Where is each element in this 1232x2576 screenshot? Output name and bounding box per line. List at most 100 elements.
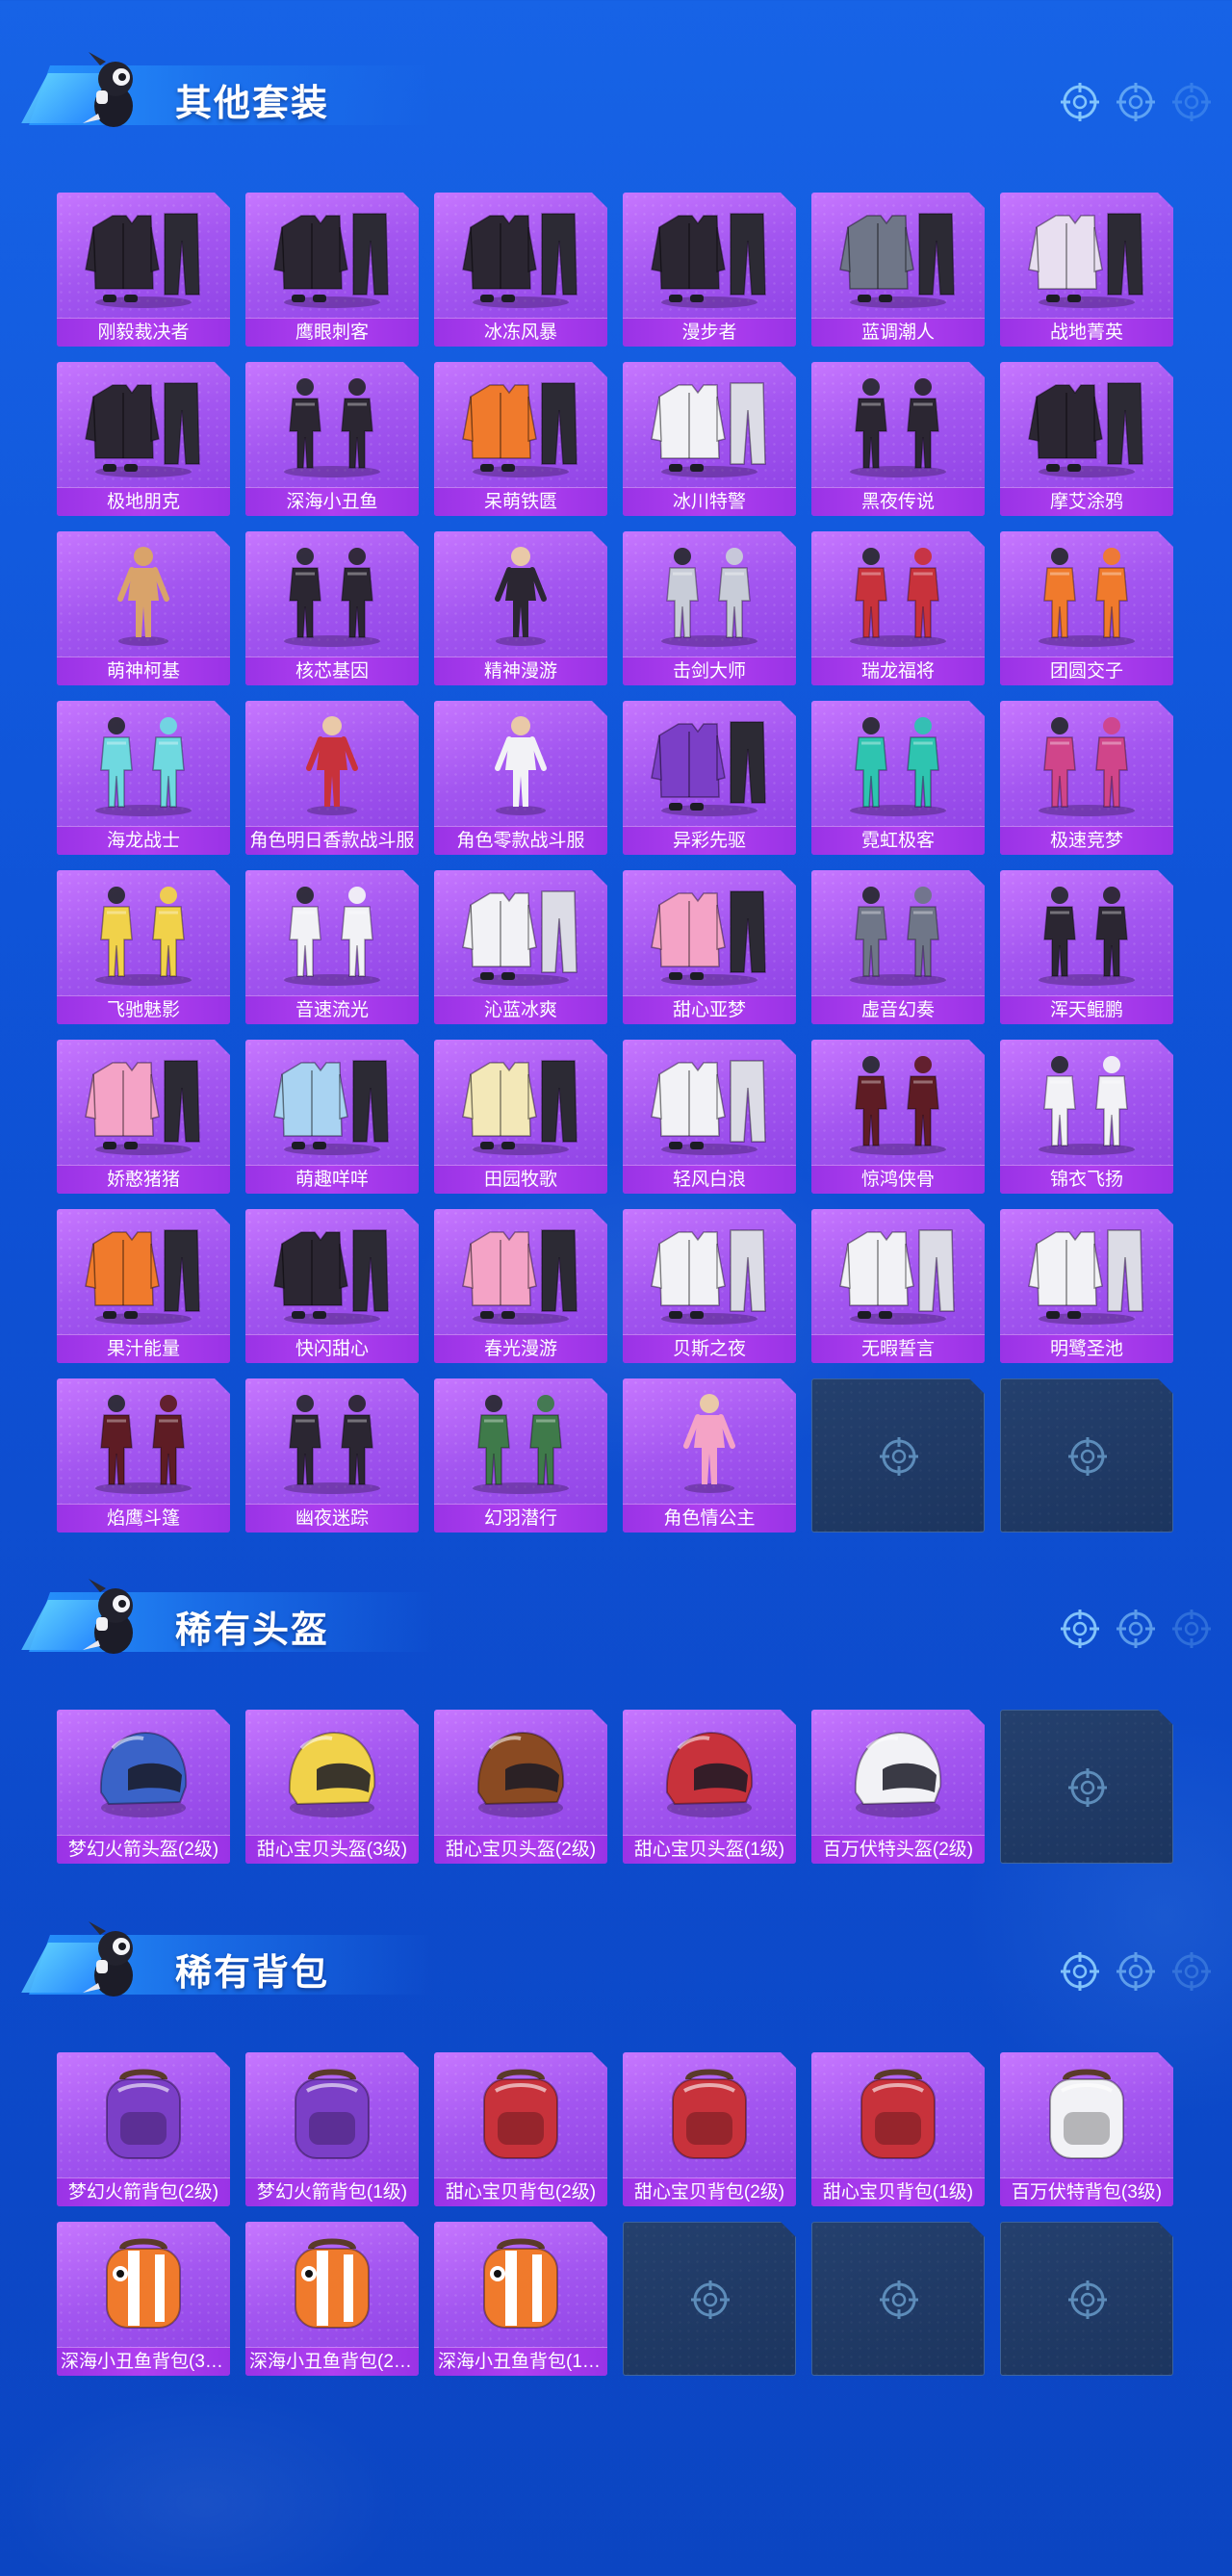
item-tile[interactable]: 甜心宝贝头盔(2级) (434, 1710, 607, 1864)
wedding-outfit-icon (838, 1219, 958, 1327)
item-tile[interactable]: 萌趣咩咩 (245, 1040, 419, 1194)
item-tile[interactable]: 核芯基因 (245, 531, 419, 685)
wedding-outfit-icon (1027, 1219, 1146, 1327)
item-tile[interactable]: 甜心宝贝背包(1级) (811, 2052, 985, 2206)
item-tile[interactable]: 音速流光 (245, 870, 419, 1024)
item-tile[interactable]: 幽夜迷踪 (245, 1378, 419, 1533)
item-tile[interactable]: 冰川特警 (623, 362, 796, 516)
item-tile[interactable]: 虚音幻奏 (811, 870, 985, 1024)
item-label: 娇憨猪猪 (57, 1165, 230, 1194)
clownfish-backpack-icon (461, 2231, 580, 2339)
target-icon (1116, 1952, 1155, 1991)
item-tile[interactable]: 角色零款战斗服 (434, 701, 607, 855)
item-tile[interactable]: 甜心宝贝头盔(3级) (245, 1710, 419, 1864)
item-tile[interactable]: 漫步者 (623, 193, 796, 347)
item-label: 角色零款战斗服 (434, 826, 607, 855)
item-tile[interactable]: 冰冻风暴 (434, 193, 607, 347)
section-header: 其他套装 (21, 39, 1211, 135)
item-tile[interactable]: 极地朋克 (57, 362, 230, 516)
item-tile[interactable]: 沁蓝冰爽 (434, 870, 607, 1024)
empty-slot-target-icon (878, 1435, 920, 1478)
item-tile[interactable]: 幻羽潜行 (434, 1378, 607, 1533)
item-tile[interactable]: 无暇誓言 (811, 1209, 985, 1363)
section-title: 稀有头盔 (175, 1610, 330, 1651)
bear-head-outfit-icon (461, 372, 580, 479)
dark-armor-outfit-icon (84, 372, 203, 479)
item-label: 精神漫游 (434, 657, 607, 685)
item-tile[interactable]: 快闪甜心 (245, 1209, 419, 1363)
target-icon-group (1059, 1950, 1211, 1993)
item-tile[interactable]: 轻风白浪 (623, 1040, 796, 1194)
item-tile[interactable]: 锦衣飞扬 (1000, 1040, 1173, 1194)
item-tile[interactable]: 鹰眼刺客 (245, 193, 419, 347)
item-tile[interactable]: 精神漫游 (434, 531, 607, 685)
character-pair-icon (84, 880, 203, 988)
item-tile[interactable]: 萌神柯基 (57, 531, 230, 685)
item-tile[interactable]: 瑞龙福将 (811, 531, 985, 685)
item-label: 沁蓝冰爽 (434, 995, 607, 1024)
empty-slot-target-icon (689, 2279, 732, 2321)
item-label: 深海小丑鱼背包(2级) (245, 2347, 419, 2376)
item-tile[interactable]: 刚毅裁决者 (57, 193, 230, 347)
item-tile[interactable]: 甜心宝贝背包(2级) (434, 2052, 607, 2206)
item-tile[interactable]: 深海小丑鱼背包(3级) (57, 2222, 230, 2376)
item-tile[interactable]: 甜心宝贝头盔(1级) (623, 1710, 796, 1864)
item-tile[interactable]: 春光漫游 (434, 1209, 607, 1363)
item-tile[interactable]: 异彩先驱 (623, 701, 796, 855)
item-tile[interactable]: 蓝调潮人 (811, 193, 985, 347)
item-tile[interactable]: 梦幻火箭头盔(2级) (57, 1710, 230, 1864)
item-label: 极地朋克 (57, 487, 230, 516)
item-tile[interactable]: 惊鸿侠骨 (811, 1040, 985, 1194)
target-icon-group (1059, 1608, 1211, 1650)
item-label: 轻风白浪 (623, 1165, 796, 1194)
character-pair-icon (838, 541, 958, 649)
character-pair-icon (1027, 1049, 1146, 1157)
helmet-icon (838, 1719, 958, 1827)
item-tile[interactable]: 梦幻火箭背包(2级) (57, 2052, 230, 2206)
helmet-icon (461, 1719, 580, 1827)
item-tile[interactable]: 海龙战士 (57, 701, 230, 855)
item-tile[interactable]: 摩艾涂鸦 (1000, 362, 1173, 516)
dress-outfit-icon (650, 880, 769, 988)
item-tile[interactable]: 团圆交子 (1000, 531, 1173, 685)
item-label: 春光漫游 (434, 1334, 607, 1363)
item-label: 冰冻风暴 (434, 318, 607, 347)
item-tile[interactable]: 浑天鲲鹏 (1000, 870, 1173, 1024)
item-tile[interactable]: 极速竞梦 (1000, 701, 1173, 855)
pig-outfit-icon (84, 1049, 203, 1157)
item-tile[interactable]: 贝斯之夜 (623, 1209, 796, 1363)
item-tile[interactable]: 角色明日香款战斗服 (245, 701, 419, 855)
item-label: 呆萌铁匮 (434, 487, 607, 516)
empty-slot (1000, 2222, 1173, 2376)
item-tile[interactable]: 黑夜传说 (811, 362, 985, 516)
item-tile[interactable]: 梦幻火箭背包(1级) (245, 2052, 419, 2206)
item-tile[interactable]: 战地菁英 (1000, 193, 1173, 347)
item-tile[interactable]: 呆萌铁匮 (434, 362, 607, 516)
item-label: 甜心宝贝头盔(2级) (434, 1835, 607, 1864)
item-tile[interactable]: 霓虹极客 (811, 701, 985, 855)
item-tile[interactable]: 明鹭圣池 (1000, 1209, 1173, 1363)
item-tile[interactable]: 深海小丑鱼背包(1级) (434, 2222, 607, 2376)
item-tile[interactable]: 娇憨猪猪 (57, 1040, 230, 1194)
item-tile[interactable]: 田园牧歌 (434, 1040, 607, 1194)
mascot-icon (83, 1579, 133, 1654)
item-label: 甜心宝贝背包(2级) (623, 2177, 796, 2206)
target-icon (1061, 83, 1099, 121)
item-tile[interactable]: 飞驰魅影 (57, 870, 230, 1024)
item-label: 甜心宝贝背包(2级) (434, 2177, 607, 2206)
item-label: 蓝调潮人 (811, 318, 985, 347)
item-tile[interactable]: 深海小丑鱼背包(2级) (245, 2222, 419, 2376)
helmet-icon (84, 1719, 203, 1827)
item-tile[interactable]: 深海小丑鱼 (245, 362, 419, 516)
item-label: 刚毅裁决者 (57, 318, 230, 347)
item-tile[interactable]: 甜心亚梦 (623, 870, 796, 1024)
item-tile[interactable]: 甜心宝贝背包(2级) (623, 2052, 796, 2206)
item-tile[interactable]: 百万伏特头盔(2级) (811, 1710, 985, 1864)
hooded-outfit-icon (272, 202, 392, 310)
item-tile[interactable]: 角色情公主 (623, 1378, 796, 1533)
item-tile[interactable]: 焰鹰斗篷 (57, 1378, 230, 1533)
item-tile[interactable]: 百万伏特背包(3级) (1000, 2052, 1173, 2206)
item-tile[interactable]: 击剑大师 (623, 531, 796, 685)
item-tile[interactable]: 果汁能量 (57, 1209, 230, 1363)
empty-slot (811, 1378, 985, 1533)
